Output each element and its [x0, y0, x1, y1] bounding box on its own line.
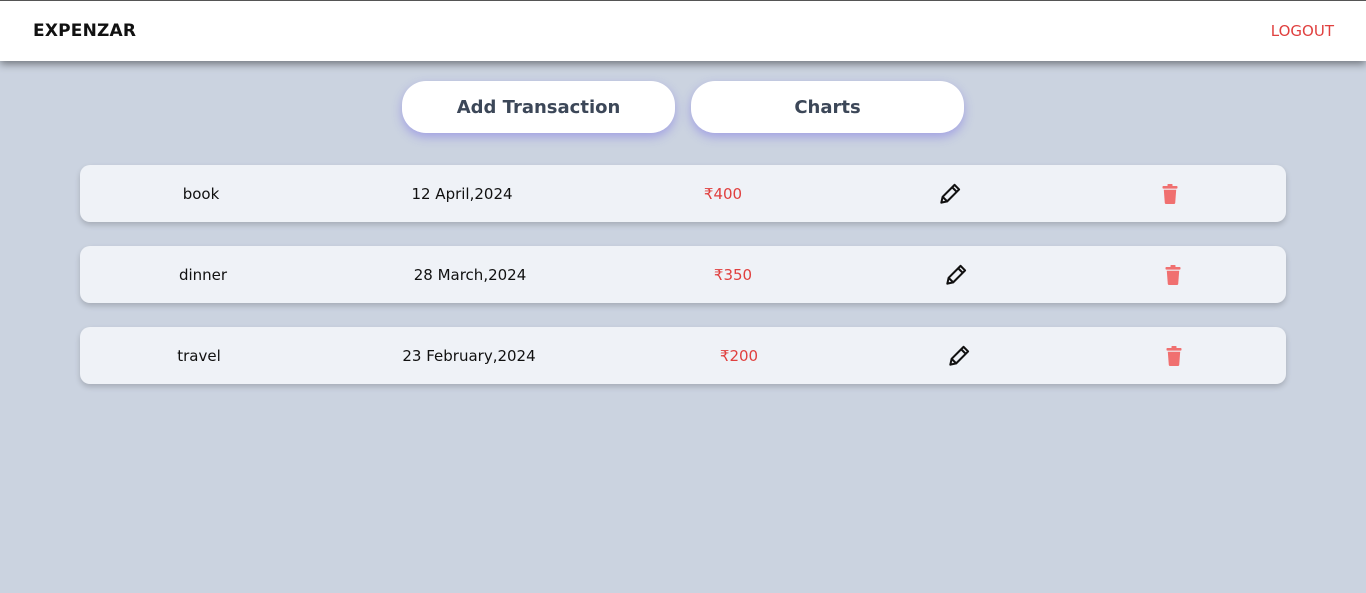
- transaction-row: dinner 28 March,2024 ₹350: [80, 246, 1286, 303]
- pencil-icon[interactable]: [946, 343, 972, 369]
- pencil-icon[interactable]: [937, 181, 963, 207]
- transaction-amount: ₹400: [703, 184, 743, 203]
- transaction-amount: ₹200: [719, 346, 759, 365]
- brand-logo[interactable]: EXPENZAR: [33, 21, 136, 41]
- transaction-name: book: [182, 184, 220, 203]
- transaction-date: 23 February,2024: [402, 346, 536, 365]
- navbar: EXPENZAR LOGOUT: [0, 0, 1366, 61]
- transaction-date: 12 April,2024: [411, 184, 513, 203]
- logout-link[interactable]: LOGOUT: [1271, 22, 1334, 40]
- trash-icon[interactable]: [1162, 183, 1178, 204]
- transaction-list: book 12 April,2024 ₹400 dinner 28 March,…: [80, 165, 1286, 408]
- transaction-row: travel 23 February,2024 ₹200: [80, 327, 1286, 384]
- trash-icon[interactable]: [1165, 264, 1181, 285]
- transaction-date: 28 March,2024: [413, 265, 527, 284]
- action-bar: Add Transaction Charts: [0, 81, 1366, 133]
- add-transaction-button[interactable]: Add Transaction: [402, 81, 675, 133]
- transaction-amount: ₹350: [713, 265, 753, 284]
- charts-button[interactable]: Charts: [691, 81, 964, 133]
- trash-icon[interactable]: [1166, 345, 1182, 366]
- transaction-name: dinner: [178, 265, 228, 284]
- transaction-row: book 12 April,2024 ₹400: [80, 165, 1286, 222]
- transaction-name: travel: [177, 346, 221, 365]
- pencil-icon[interactable]: [943, 262, 969, 288]
